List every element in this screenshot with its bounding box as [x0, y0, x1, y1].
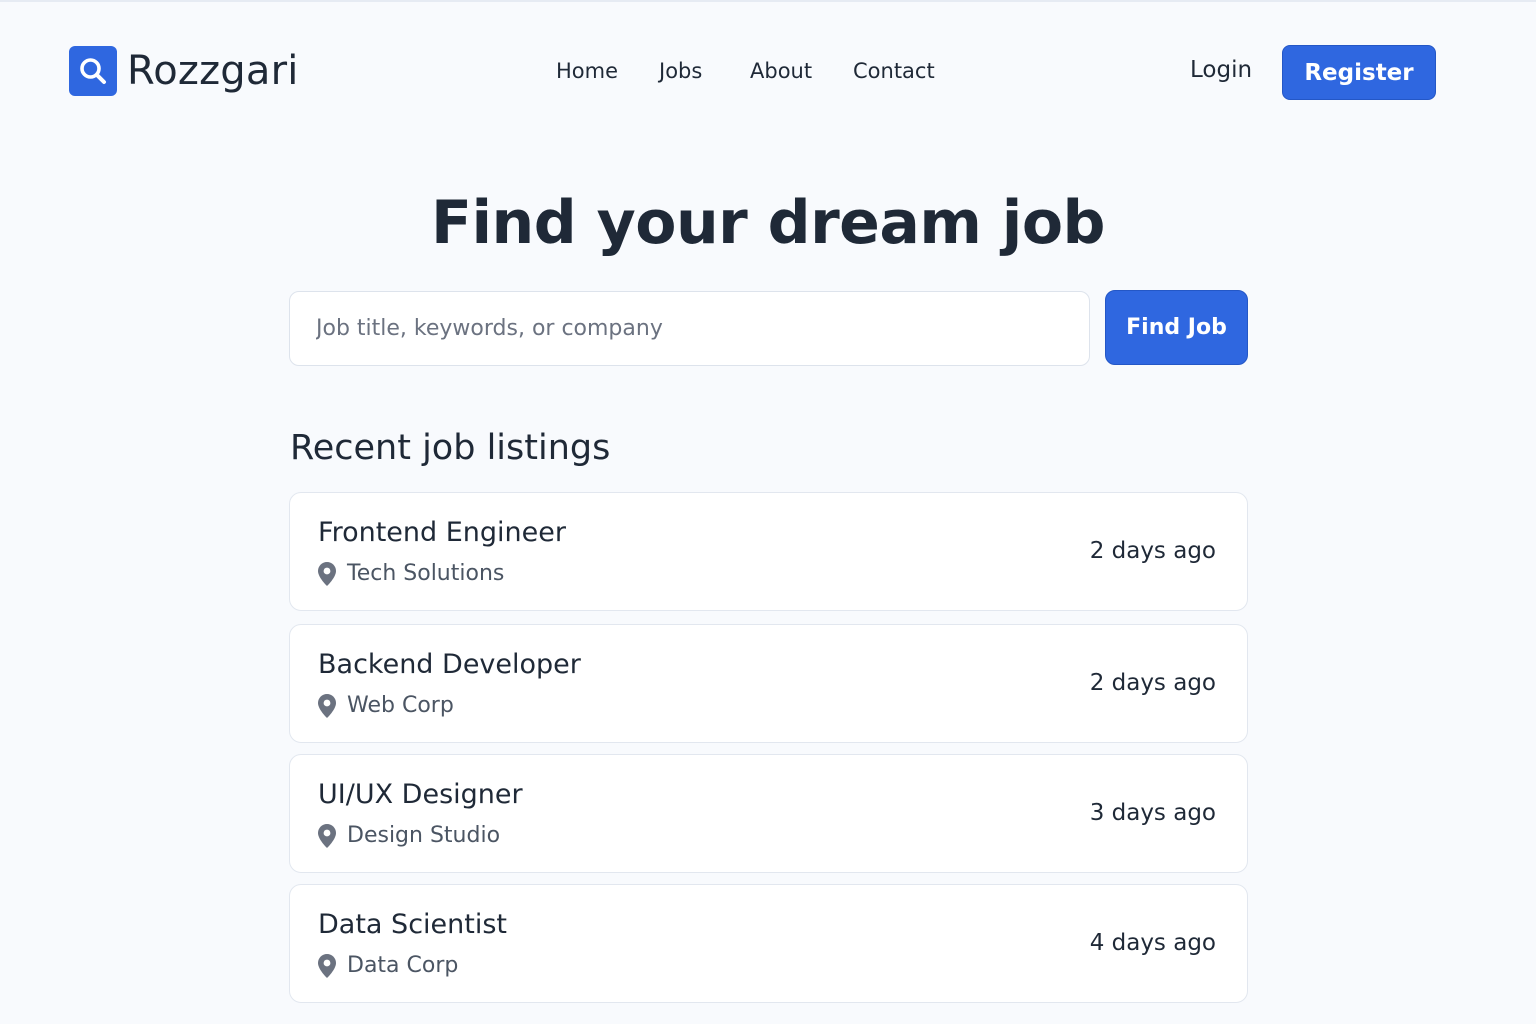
- posted-time: 2 days ago: [1089, 538, 1216, 564]
- listings-heading: Recent job listings: [290, 428, 611, 468]
- posted-time: 4 days ago: [1089, 930, 1216, 956]
- job-company: Tech Solutions: [318, 561, 504, 586]
- company-name: Tech Solutions: [347, 561, 505, 586]
- find-job-button[interactable]: Find Job: [1105, 290, 1248, 365]
- posted-time: 3 days ago: [1089, 800, 1216, 826]
- search-input[interactable]: [289, 291, 1090, 366]
- nav-home[interactable]: Home: [556, 59, 618, 83]
- company-name: Data Corp: [347, 953, 459, 978]
- map-pin-icon: [318, 953, 336, 978]
- map-pin-icon: [318, 561, 336, 586]
- company-name: Design Studio: [347, 823, 501, 848]
- login-link[interactable]: Login: [1190, 57, 1252, 83]
- search-icon: [69, 46, 117, 96]
- job-company: Web Corp: [318, 693, 454, 718]
- job-company: Design Studio: [318, 823, 500, 848]
- company-name: Web Corp: [347, 693, 454, 718]
- posted-time: 2 days ago: [1089, 670, 1216, 696]
- nav-contact[interactable]: Contact: [853, 59, 935, 83]
- nav-about[interactable]: About: [750, 59, 812, 83]
- job-card[interactable]: Data Scientist Data Corp 4 days ago: [289, 884, 1248, 1003]
- job-company: Data Corp: [318, 953, 458, 978]
- nav-jobs[interactable]: Jobs: [659, 59, 702, 83]
- job-title: Frontend Engineer: [318, 517, 566, 548]
- job-card[interactable]: Frontend Engineer Tech Solutions 2 days …: [289, 492, 1248, 611]
- job-card[interactable]: UI/UX Designer Design Studio 3 days ago: [289, 754, 1248, 873]
- map-pin-icon: [318, 693, 336, 718]
- job-title: Backend Developer: [318, 649, 581, 680]
- map-pin-icon: [318, 823, 336, 848]
- job-card[interactable]: Backend Developer Web Corp 2 days ago: [289, 624, 1248, 743]
- brand-logo[interactable]: Rozzgari: [69, 46, 299, 96]
- job-title: UI/UX Designer: [318, 779, 523, 810]
- register-button[interactable]: Register: [1282, 45, 1436, 100]
- hero-title: Find your dream job: [431, 188, 1106, 258]
- job-title: Data Scientist: [318, 909, 507, 940]
- brand-name: Rozzgari: [127, 48, 299, 94]
- site-header: Rozzgari Home Jobs About Contact Login R…: [0, 0, 1536, 146]
